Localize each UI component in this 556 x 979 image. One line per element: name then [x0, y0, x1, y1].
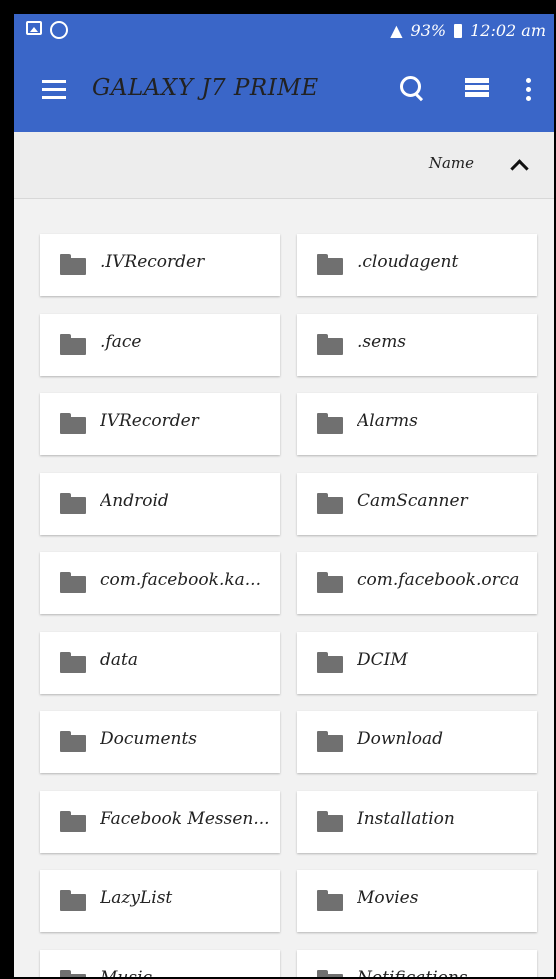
folder-name: .cloudagent [357, 252, 459, 272]
folder-icon [60, 254, 86, 275]
phone-screen: ▲ 93% 12:02 am GALAXY J7 PRIME Name .IVR… [14, 14, 554, 977]
folder-icon [317, 413, 343, 434]
folder-name: DCIM [357, 649, 408, 670]
folder-name: .sems [357, 331, 407, 352]
folder-icon [317, 651, 343, 673]
folder-item[interactable]: Documents [40, 711, 280, 773]
folder-icon [317, 492, 343, 514]
folder-icon [317, 890, 343, 911]
folder-icon [60, 572, 86, 593]
folder-icon [317, 333, 343, 355]
folder-icon [60, 969, 86, 977]
sort-bar: Name [14, 132, 554, 199]
battery-icon [454, 23, 463, 38]
folder-icon [60, 492, 86, 514]
folder-icon [60, 890, 86, 911]
folder-item[interactable]: .face [40, 313, 280, 376]
folder-name: CamScanner [357, 490, 468, 511]
battery-percent: 93% [410, 21, 447, 40]
signal-icon: ▲ [390, 21, 403, 40]
folder-name: LazyList [100, 888, 173, 908]
clock: 12:02 am [470, 21, 546, 40]
folder-name: Movies [357, 888, 419, 908]
status-bar: ▲ 93% 12:02 am [14, 14, 554, 48]
search-icon[interactable] [396, 72, 430, 106]
folder-item[interactable]: Download [297, 711, 537, 773]
app-toolbar: GALAXY J7 PRIME [14, 48, 554, 132]
folder-name: Android [100, 490, 169, 511]
folder-item[interactable]: Android [40, 472, 280, 535]
folder-item[interactable]: Alarms [297, 393, 537, 455]
folder-name: data [100, 649, 138, 670]
folder-item[interactable]: .IVRecorder [40, 234, 280, 296]
folder-item[interactable]: Installation [297, 790, 537, 853]
folder-item[interactable]: com.facebook.ka... [40, 552, 280, 614]
folder-name: Alarms [357, 411, 418, 431]
folder-icon [60, 413, 86, 434]
folder-item[interactable]: CamScanner [297, 472, 537, 535]
folder-icon [60, 731, 86, 752]
folder-item[interactable]: Notifications [297, 949, 537, 978]
folder-name: Notifications [357, 968, 532, 978]
folder-name: IVRecorder [100, 411, 199, 431]
folder-icon [317, 969, 343, 977]
folder-item[interactable]: DCIM [297, 631, 537, 694]
folder-name: Installation [357, 808, 455, 829]
folder-item[interactable]: .cloudagent [297, 234, 537, 296]
folder-icon [60, 333, 86, 355]
folder-item[interactable]: .sems [297, 313, 537, 376]
folder-icon [317, 731, 343, 752]
folder-icon [60, 810, 86, 832]
page-title: GALAXY J7 PRIME [92, 75, 319, 101]
folder-item[interactable]: IVRecorder [40, 393, 280, 455]
folder-name: Documents [100, 729, 198, 749]
chevron-up-icon[interactable] [512, 158, 526, 172]
folder-item[interactable]: Movies [297, 870, 537, 932]
folder-item[interactable]: Music [40, 949, 280, 978]
more-icon[interactable] [520, 72, 538, 106]
folder-icon [317, 810, 343, 832]
folder-item[interactable]: LazyList [40, 870, 280, 932]
folder-name: Download [357, 729, 444, 749]
folder-item[interactable]: Facebook Messen... [40, 790, 280, 853]
folder-name: .IVRecorder [100, 252, 205, 272]
folder-name: com.facebook.ka... [100, 570, 261, 590]
gallery-icon [26, 21, 42, 35]
folder-name: com.facebook.orca [357, 570, 520, 590]
folder-name: Facebook Messen... [100, 808, 270, 829]
sort-label[interactable]: Name [429, 154, 474, 172]
whatsapp-icon [50, 21, 68, 39]
folder-icon [317, 254, 343, 275]
folder-item[interactable]: com.facebook.orca [297, 552, 537, 614]
folder-name: Music [100, 968, 275, 978]
folder-icon [317, 572, 343, 593]
folder-item[interactable]: data [40, 631, 280, 694]
menu-icon[interactable] [42, 80, 66, 100]
list-view-icon[interactable] [461, 72, 495, 106]
folder-icon [60, 651, 86, 673]
folder-name: .face [100, 331, 142, 352]
